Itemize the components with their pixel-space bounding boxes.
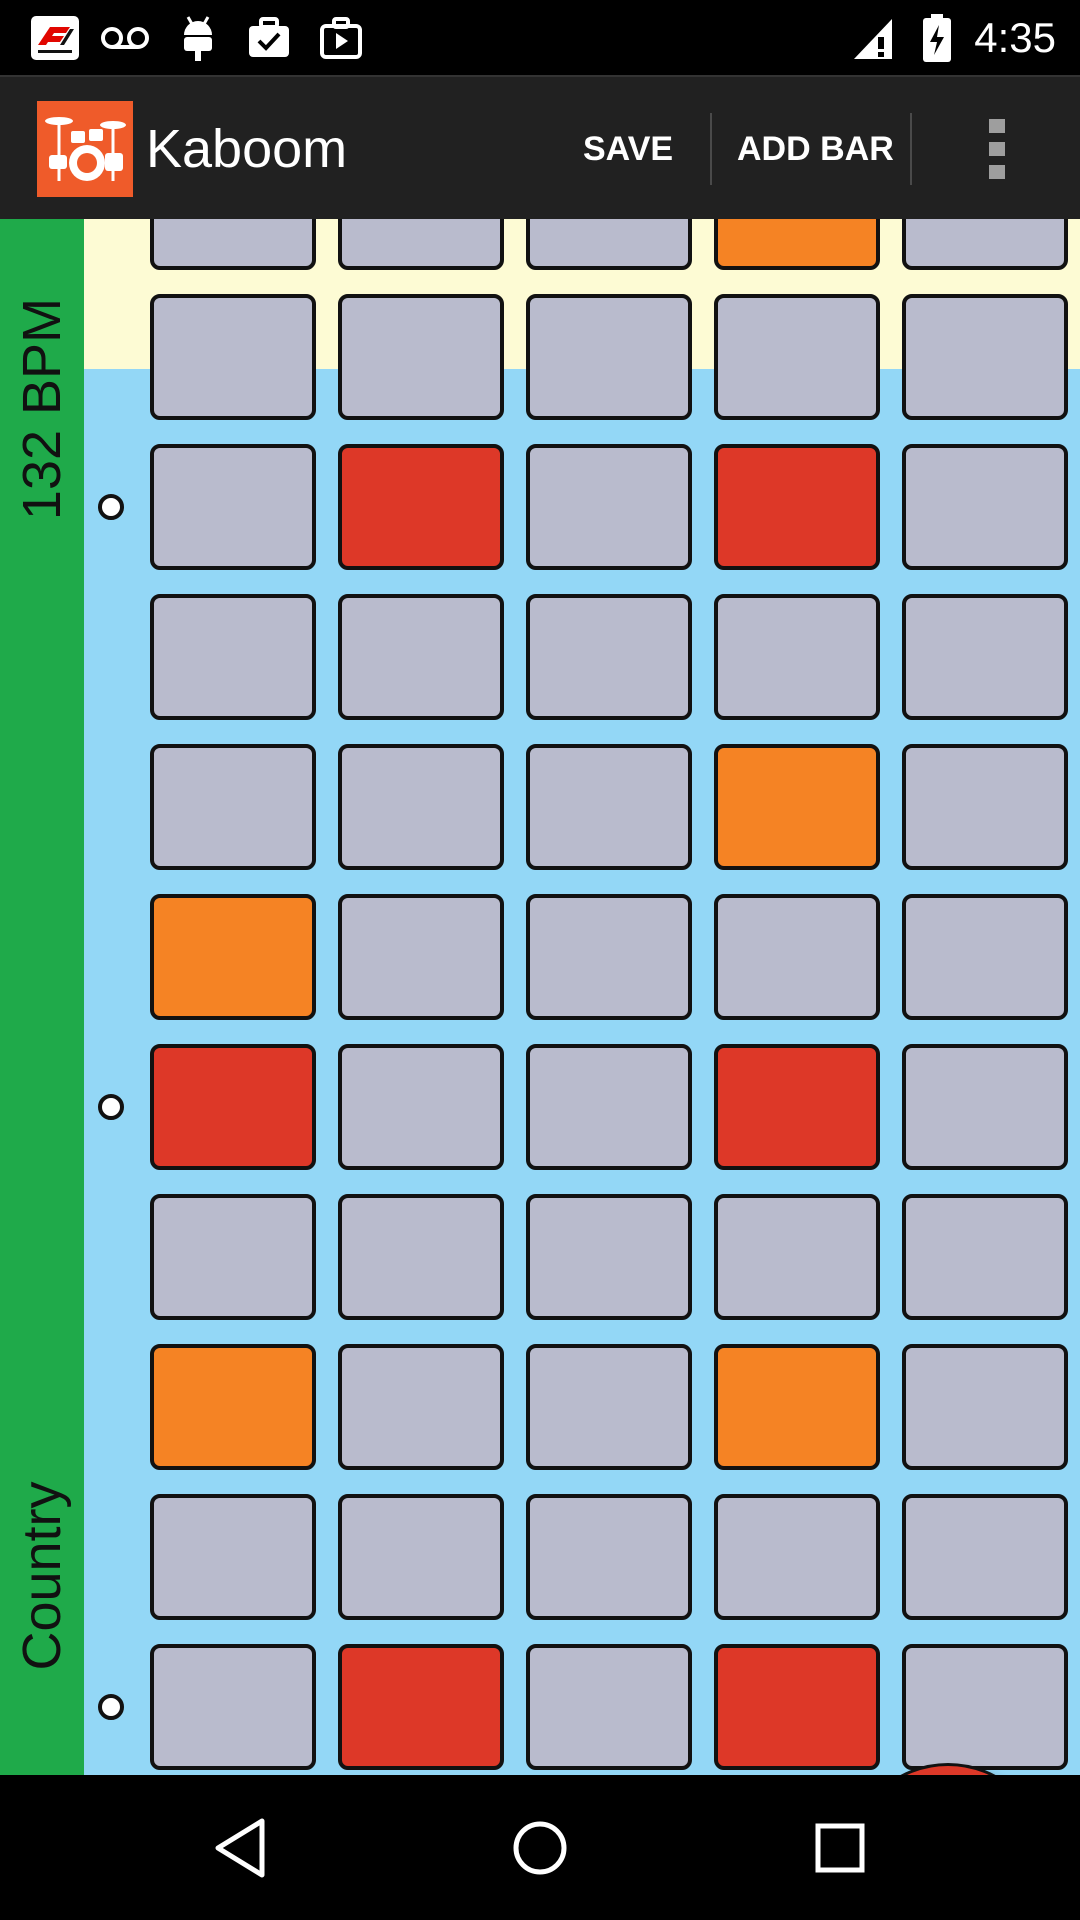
- pad-r1-c1[interactable]: [338, 294, 504, 420]
- save-button[interactable]: SAVE: [583, 113, 673, 185]
- pad-r4-c3[interactable]: [714, 744, 880, 870]
- pad-r8-c2[interactable]: [526, 1344, 692, 1470]
- pad-r8-c3[interactable]: [714, 1344, 880, 1470]
- signal-icon: [852, 14, 898, 62]
- pad-r4-c1[interactable]: [338, 744, 504, 870]
- recents-icon[interactable]: [795, 1803, 885, 1893]
- task-briefcase-icon: [247, 14, 291, 62]
- sequencer-area: 132 BPM Country: [0, 219, 1080, 1775]
- pad-r6-c1[interactable]: [338, 1044, 504, 1170]
- pad-r9-c0[interactable]: [150, 1494, 316, 1620]
- pad-r7-c4[interactable]: [902, 1194, 1068, 1320]
- pad-r10-c4[interactable]: [902, 1644, 1068, 1770]
- bpm-label[interactable]: 132 BPM: [11, 298, 73, 520]
- app-title: Kaboom: [146, 119, 348, 179]
- pad-r6-c0[interactable]: [150, 1044, 316, 1170]
- pad-r5-c4[interactable]: [902, 894, 1068, 1020]
- home-icon[interactable]: [495, 1803, 585, 1893]
- pad-r10-c0[interactable]: [150, 1644, 316, 1770]
- app-bar: Kaboom SAVE ADD BAR: [0, 75, 1080, 219]
- beat-marker: [98, 1094, 124, 1120]
- status-time: 4:35: [974, 14, 1056, 61]
- drum-kit-logo-icon: [37, 101, 133, 197]
- pad-r1-c4[interactable]: [902, 294, 1068, 420]
- pad-r8-c4[interactable]: [902, 1344, 1068, 1470]
- pad-r2-c3[interactable]: [714, 444, 880, 570]
- pad-r7-c3[interactable]: [714, 1194, 880, 1320]
- pad-r1-c2[interactable]: [526, 294, 692, 420]
- pad-r10-c1[interactable]: [338, 1644, 504, 1770]
- android-debug-icon: [176, 14, 220, 62]
- pad-r0-c4[interactable]: [902, 219, 1068, 270]
- pad-r7-c1[interactable]: [338, 1194, 504, 1320]
- pad-r2-c4[interactable]: [902, 444, 1068, 570]
- navigation-bar: [0, 1775, 1080, 1920]
- pad-r3-c1[interactable]: [338, 594, 504, 720]
- pad-r6-c2[interactable]: [526, 1044, 692, 1170]
- pad-r8-c1[interactable]: [338, 1344, 504, 1470]
- beat-marker: [98, 494, 124, 520]
- sidebar: 132 BPM Country: [0, 219, 84, 1775]
- pad-r5-c0[interactable]: [150, 894, 316, 1020]
- style-label[interactable]: Country: [11, 1481, 73, 1670]
- add-bar-button[interactable]: ADD BAR: [737, 113, 894, 185]
- pad-r1-c0[interactable]: [150, 294, 316, 420]
- voicemail-icon: [100, 14, 150, 62]
- play-store-icon: [318, 14, 364, 62]
- pad-r7-c2[interactable]: [526, 1194, 692, 1320]
- pad-r4-c0[interactable]: [150, 744, 316, 870]
- pad-r3-c0[interactable]: [150, 594, 316, 720]
- pad-r9-c4[interactable]: [902, 1494, 1068, 1620]
- pad-r9-c2[interactable]: [526, 1494, 692, 1620]
- pad-r3-c2[interactable]: [526, 594, 692, 720]
- pad-r6-c4[interactable]: [902, 1044, 1068, 1170]
- battery-charging-icon: [920, 14, 954, 62]
- pad-r1-c3[interactable]: [714, 294, 880, 420]
- f1-app-icon: [30, 14, 80, 62]
- pad-r0-c0[interactable]: [150, 219, 316, 270]
- pad-r6-c3[interactable]: [714, 1044, 880, 1170]
- pad-r5-c3[interactable]: [714, 894, 880, 1020]
- pad-r4-c4[interactable]: [902, 744, 1068, 870]
- pad-r5-c1[interactable]: [338, 894, 504, 1020]
- pad-r10-c2[interactable]: [526, 1644, 692, 1770]
- pad-r9-c3[interactable]: [714, 1494, 880, 1620]
- pad-r8-c0[interactable]: [150, 1344, 316, 1470]
- pad-r4-c2[interactable]: [526, 744, 692, 870]
- pad-r3-c3[interactable]: [714, 594, 880, 720]
- status-bar: 4:35: [0, 0, 1080, 75]
- pad-r10-c3[interactable]: [714, 1644, 880, 1770]
- more-vert-icon[interactable]: [981, 119, 1013, 181]
- pad-r2-c0[interactable]: [150, 444, 316, 570]
- action-divider: [910, 113, 912, 185]
- action-divider: [710, 113, 712, 185]
- pad-r0-c3[interactable]: [714, 219, 880, 270]
- pad-r0-c2[interactable]: [526, 219, 692, 270]
- pad-r3-c4[interactable]: [902, 594, 1068, 720]
- pad-r0-c1[interactable]: [338, 219, 504, 270]
- pad-r2-c1[interactable]: [338, 444, 504, 570]
- beat-marker: [98, 1694, 124, 1720]
- pad-r2-c2[interactable]: [526, 444, 692, 570]
- pad-r5-c2[interactable]: [526, 894, 692, 1020]
- back-icon[interactable]: [195, 1803, 285, 1893]
- pad-r7-c0[interactable]: [150, 1194, 316, 1320]
- pad-r9-c1[interactable]: [338, 1494, 504, 1620]
